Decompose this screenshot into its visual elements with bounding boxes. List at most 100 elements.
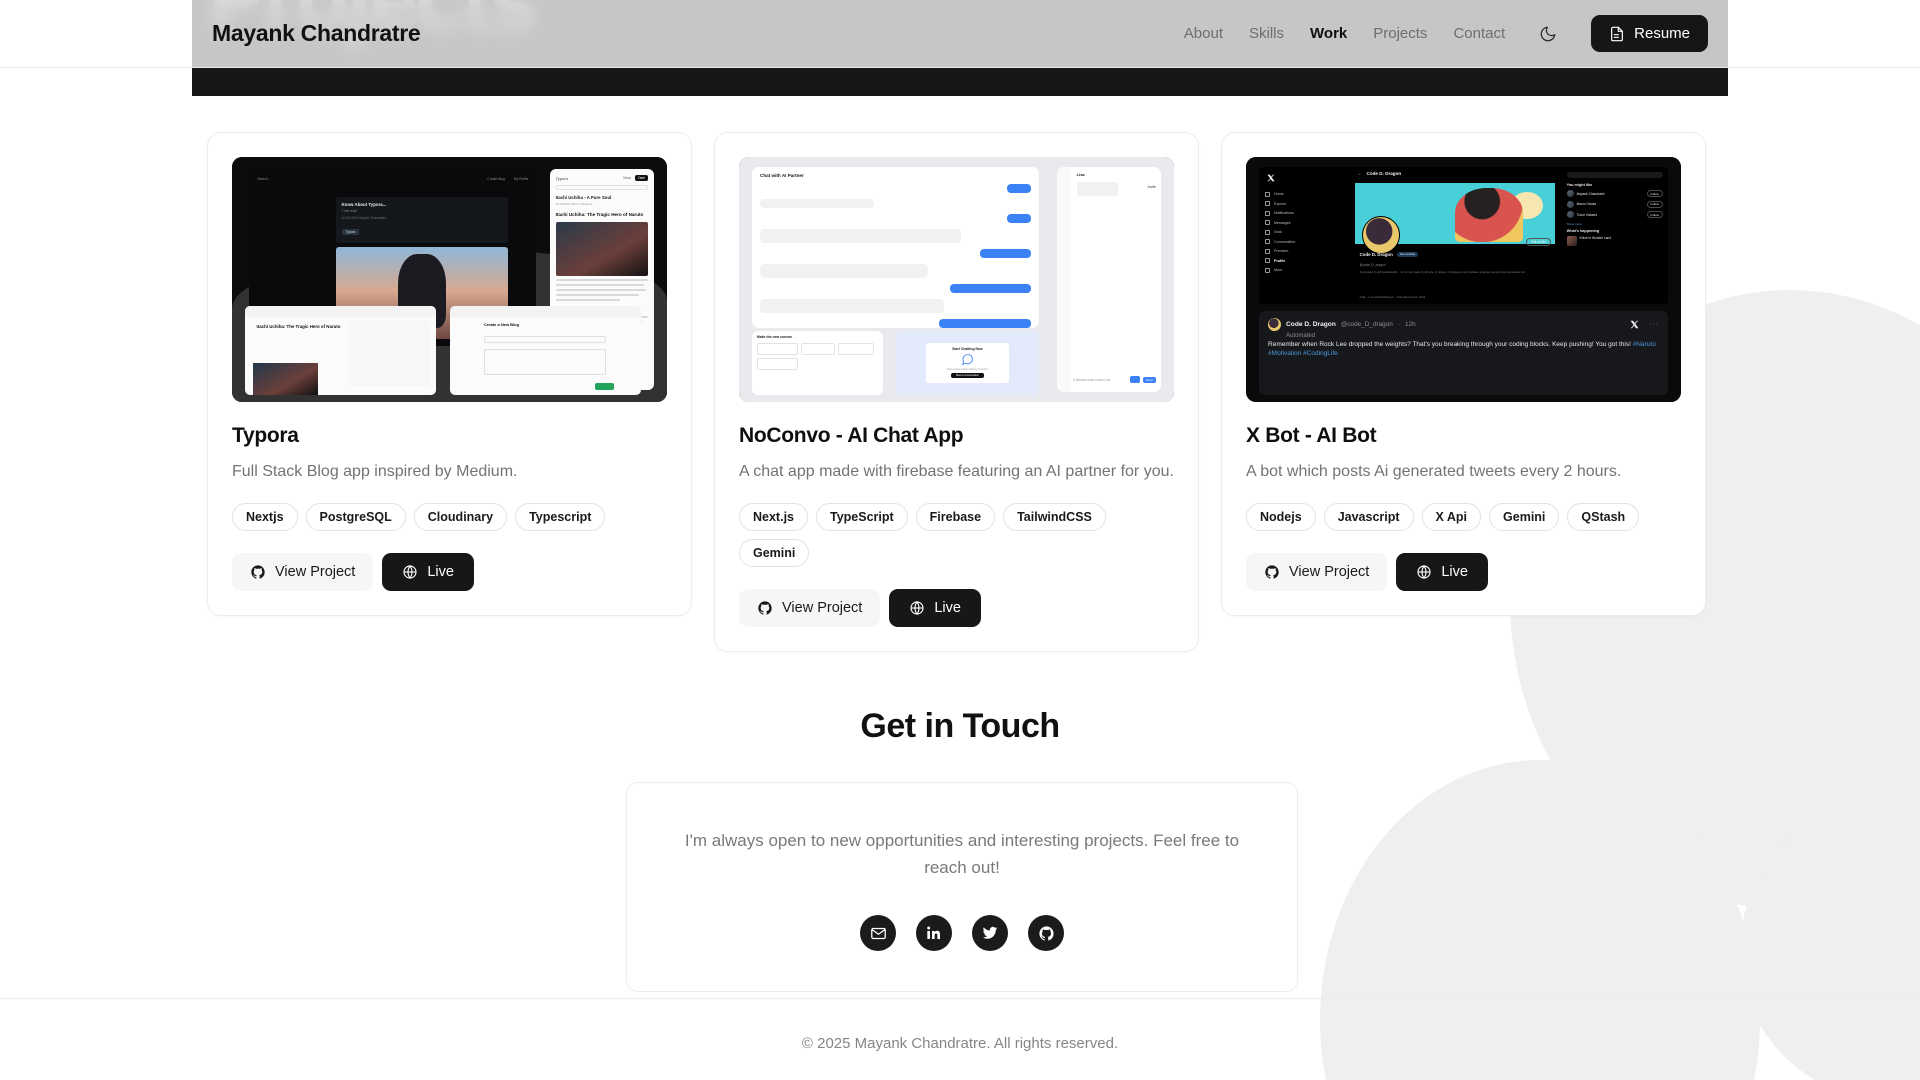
project-tag: Gemini [1489,503,1560,532]
social-link-github[interactable] [1028,915,1064,952]
thumb-search-placeholder: Search... [257,176,271,181]
live-label: Live [427,564,454,581]
project-tag: PostgreSQL [305,503,406,532]
thumb-side-menu: Menu [623,176,632,181]
x-logo-icon [1267,174,1275,182]
project-tags: Next.js TypeScript Firebase TailwindCSS … [739,503,1174,568]
xb-nav-item: Profile [1274,258,1286,263]
header-divider [0,67,1920,68]
xb-suggest-name: Mauro Garcia [1576,202,1596,207]
github-icon [1038,926,1054,941]
xb-show-more[interactable]: Show more [1567,222,1663,226]
globe-icon [1417,565,1431,580]
view-project-button[interactable]: View Project [232,553,374,592]
nav-link-skills[interactable]: Skills [1249,25,1284,42]
view-project-button[interactable]: View Project [739,589,881,628]
xb-search-field[interactable] [1566,171,1663,178]
xb-nav-item: Grok [1274,230,1282,235]
twitter-icon [982,927,998,940]
github-icon [1265,565,1279,579]
live-button[interactable]: Live [889,589,981,628]
project-card-noconvo[interactable]: Chat with AI Partner Lisa Invite If lazi… [714,132,1199,653]
live-button[interactable]: Live [1396,553,1488,592]
social-link-linkedin[interactable] [916,915,952,952]
thumb-nav-profile: My Profile [513,176,529,181]
social-link-twitter[interactable] [972,915,1008,952]
contact-heading: Get in Touch [860,707,1060,745]
background-blob [1320,760,1760,1080]
project-tag: Javascript [1323,503,1414,532]
thumb-invite: Invite [1147,184,1156,189]
thumb-side-title: Itachi Uchiha - A Pure Soul [555,195,612,201]
nav-link-work[interactable]: Work [1310,25,1347,42]
nav-link-about[interactable]: About [1184,25,1223,42]
project-tag: TypeScript [816,503,908,532]
nav-link-contact[interactable]: Contact [1453,25,1505,42]
project-actions: View Project Live [739,589,1174,628]
live-label: Live [1441,564,1468,581]
project-tags: Nextjs PostgreSQL Cloudinary Typescript [232,503,667,532]
projects-grid: Search... Create Blog My Profile Know Ab… [207,132,1717,653]
xb-nav-item: Home [1274,192,1284,197]
moon-icon [1540,26,1556,41]
globe-icon [403,565,417,580]
xb-suggest-heading: You might like [1566,182,1593,187]
project-tag: Gemini [739,539,810,568]
project-title: Typora [232,424,299,447]
thumb-side-heading: Itachi Uchiha: The Tragic Hero of Naruto [555,212,644,218]
project-title: NoConvo - AI Chat App [739,424,964,447]
thumb-side-dark: Dark [635,175,648,182]
project-tag: Typescript [515,503,606,532]
project-tag: Nodejs [1246,503,1316,532]
xb-nav-item: More [1274,268,1283,273]
navbar: Mayank Chandratre About Skills Work Proj… [192,0,1728,67]
contact-card: I'm always open to new opportunities and… [626,782,1298,993]
ellipsis-icon[interactable]: ··· [1649,321,1659,328]
project-tag: Next.js [739,503,808,532]
xb-happening-heading: What's happening [1566,228,1600,233]
thumb-chat-header: Chat with AI Partner [760,172,804,178]
x-logo-icon [1630,321,1639,329]
project-card-xbot[interactable]: Home Explore Notifications Messages Grok… [1221,132,1706,617]
xb-tweet-handle: @code_D_dragon [1340,321,1393,329]
theme-toggle-button[interactable] [1535,21,1561,47]
social-link-email[interactable] [860,915,896,952]
xb-tweet-time: 12h [1404,321,1416,329]
thumb-post-meta: 7 min read [341,209,357,214]
xb-follow-button[interactable]: Follow [1646,190,1663,198]
xb-nav-item: Communities [1274,239,1296,244]
nav-link-projects[interactable]: Projects [1373,25,1427,42]
view-project-label: View Project [782,600,863,617]
brand-name[interactable]: Mayank Chandratre [212,20,421,47]
resume-button[interactable]: Resume [1591,15,1708,52]
project-tag: Nextjs [232,503,298,532]
thumb-empty-button: Start a conversation [950,373,984,379]
project-thumbnail-typora[interactable]: Search... Create Blog My Profile Know Ab… [232,157,667,402]
document-icon [1611,26,1624,41]
github-icon [251,565,265,579]
thumb-side-meta: 11/13/2024 Mihir Chandotre [555,202,593,207]
xb-tweet-name: Code D. Dragon [1286,321,1336,329]
xb-tweet-badge: Automated [1286,333,1316,340]
github-icon [758,601,772,615]
thumb-empty-title: Start Chatting Now [952,347,983,352]
project-thumbnail-noconvo[interactable]: Chat with AI Partner Lisa Invite If lazi… [739,157,1174,402]
xb-nav-item: Messages [1274,220,1291,225]
xb-tweet-avatar [1268,318,1282,332]
view-project-button[interactable]: View Project [1246,553,1388,592]
navbar-right: About Skills Work Projects Contact Resum… [1184,15,1708,52]
page-root: Projects Mayank Chandratre About Skills … [0,0,1920,1080]
xb-verified: Get verified [1396,251,1419,257]
project-description: A chat app made with firebase featuring … [739,463,1174,480]
xb-tweet-body: Remember when Rock Lee dropped the weigh… [1268,341,1631,349]
view-project-label: View Project [275,564,356,581]
live-button[interactable]: Live [382,553,474,592]
xb-follow-button[interactable]: Follow [1646,200,1663,208]
xb-profile-name: Code D. Dragon [1366,170,1402,176]
project-card-typora[interactable]: Search... Create Blog My Profile Know Ab… [207,132,692,617]
project-description: Full Stack Blog app inspired by Medium. [232,463,518,480]
linkedin-icon [927,926,940,940]
xb-follow-button[interactable]: Follow [1646,211,1663,219]
project-tag: QStash [1567,503,1640,532]
project-thumbnail-xbot[interactable]: Home Explore Notifications Messages Grok… [1246,157,1681,402]
